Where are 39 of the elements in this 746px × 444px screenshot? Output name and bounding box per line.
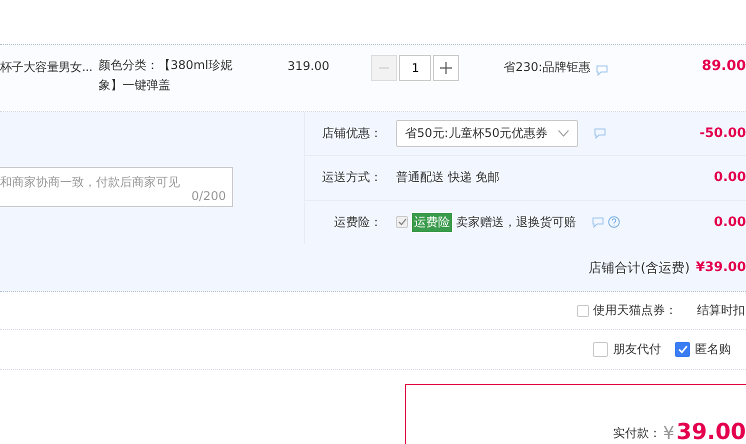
option-label: 运费险： (333, 214, 382, 231)
option-label: 店铺优惠： (321, 125, 382, 142)
option-amount: 0.00 (714, 170, 746, 186)
increase-button[interactable] (433, 55, 460, 81)
check-icon (678, 345, 688, 354)
help-icon[interactable] (608, 216, 620, 228)
payment-currency: ¥ (662, 423, 674, 444)
pay-option-label: 匿名购 (695, 341, 731, 358)
payment-label: 实付款： (612, 425, 661, 442)
store-total-label: 店铺合计(含运费) (588, 260, 690, 276)
chat-icon[interactable] (596, 65, 608, 76)
product-name[interactable]: 杯子大容量男女... (0, 55, 92, 76)
unit-price: 319.00 (287, 58, 330, 73)
pay-option-checkbox[interactable] (675, 342, 690, 357)
coupon-select[interactable]: 省50元:儿童杯50元优惠券 (396, 120, 578, 148)
chat-icon[interactable] (592, 216, 604, 228)
payment-amount: 39.00 (676, 420, 746, 444)
points-checkbox[interactable] (577, 304, 589, 316)
chevron-icon (558, 130, 569, 138)
store-total-value: ¥39.00 (696, 260, 746, 275)
option-label: 运送方式： (321, 169, 382, 186)
points-label: 使用天猫点券： (593, 302, 678, 319)
quantity-field[interactable]: 1 (399, 55, 432, 81)
points-note: 结算时扣 (697, 302, 745, 319)
item-amount: 89.00 (702, 57, 746, 74)
promotion-text: 省230:品牌钜惠 (503, 59, 590, 76)
option-amount: 0.00 (714, 214, 746, 230)
shipping-method: 普通配送 快递 免邮 (396, 169, 500, 186)
message-placeholder: 和商家协商一致，付款后商家可见 (0, 175, 180, 189)
character-count: 0/200 (191, 189, 226, 203)
option-amount: -50.00 (699, 126, 746, 142)
chat-icon[interactable] (594, 128, 606, 140)
check-icon (398, 218, 406, 226)
insurance-text: 卖家赠送，退换货可赔 (456, 214, 576, 231)
pay-option-checkbox[interactable] (593, 342, 608, 357)
insurance-tag: 运费险 (412, 212, 452, 232)
plus-icon (440, 62, 452, 74)
pay-option-label: 朋友代付 (613, 341, 661, 358)
product-sku: 颜色分类：【380ml珍妮象】一键弹盖 (98, 57, 234, 94)
